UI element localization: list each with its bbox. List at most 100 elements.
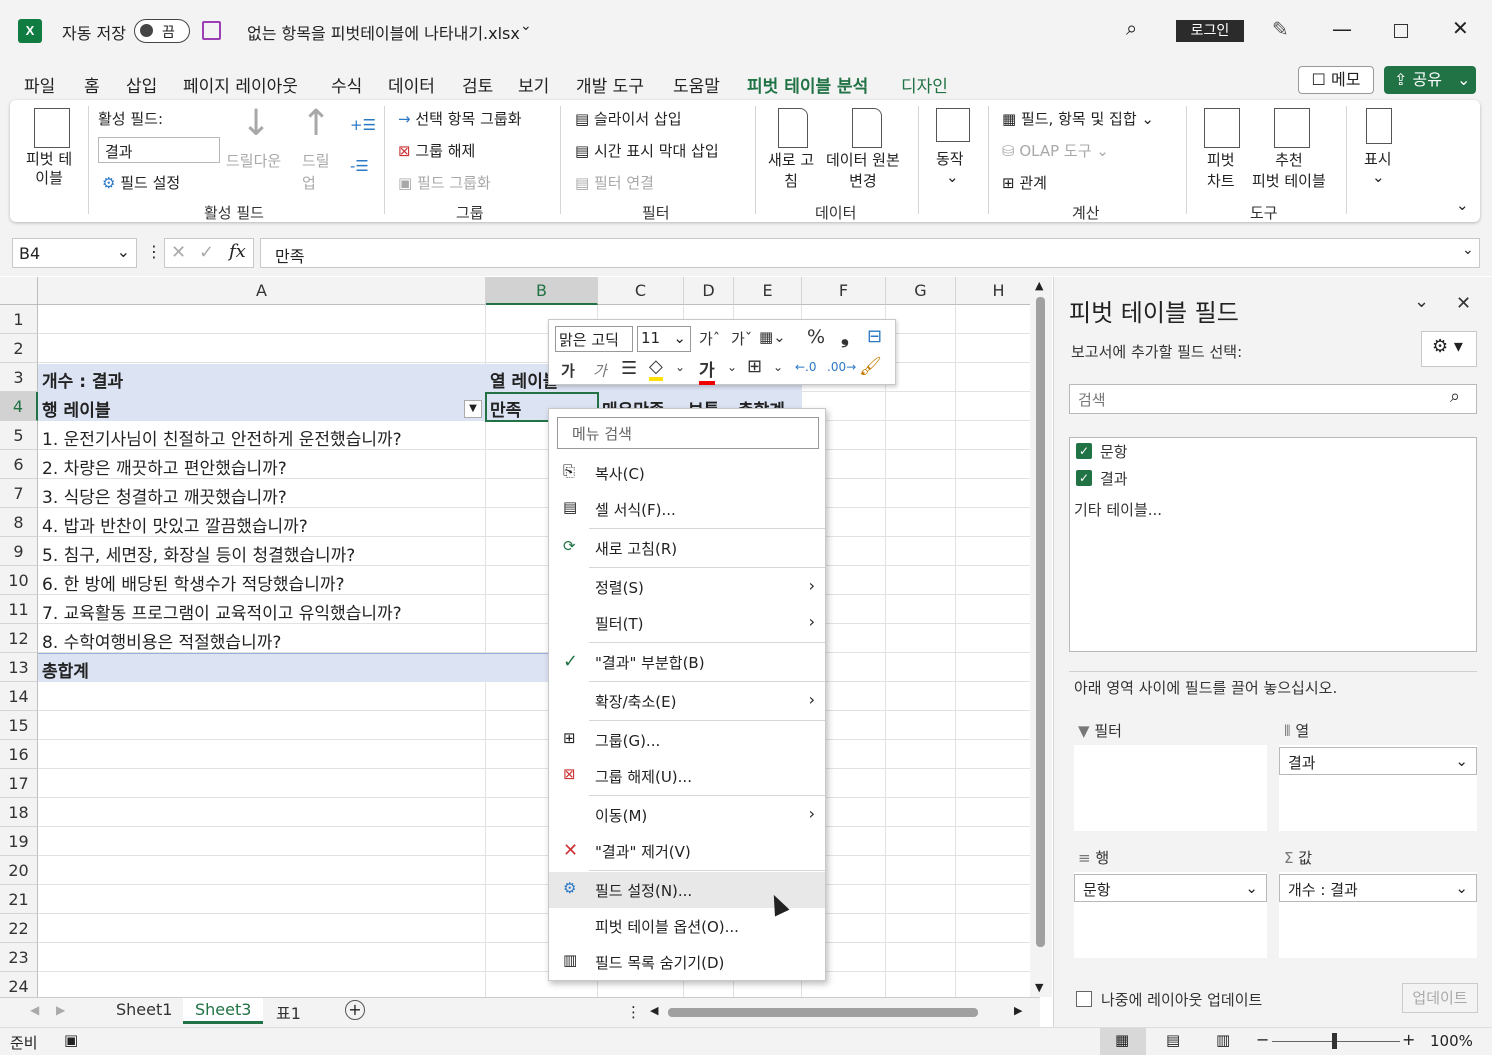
row-header[interactable]: 8 (0, 508, 38, 537)
tab-developer[interactable]: 개발 도구 (576, 72, 644, 97)
horizontal-scroll-thumb[interactable] (668, 1008, 978, 1017)
collapse-ribbon-icon[interactable]: ⌄ (1456, 196, 1469, 214)
vertical-scrollbar[interactable]: ▲ ▼ (1030, 277, 1052, 997)
format-painter-icon[interactable]: 🖌 (859, 356, 882, 377)
ungroup-button[interactable]: ⊠ 그룹 해제 (398, 140, 475, 161)
next-sheet-icon[interactable]: ▶ (56, 1003, 65, 1017)
drill-up-button[interactable]: 드릴 업 (302, 150, 330, 194)
bold-icon[interactable]: 가 (561, 360, 575, 381)
autosave-toggle[interactable]: 끔 (134, 19, 190, 43)
change-source-button[interactable]: 데이터 원본 변경 (826, 150, 900, 192)
row-header[interactable]: 18 (0, 798, 38, 827)
row-header[interactable]: 1 (0, 305, 38, 334)
tab-file[interactable]: 파일 (24, 72, 55, 97)
zoom-in-icon[interactable]: + (1402, 1030, 1415, 1049)
search-icon[interactable]: ⌕ (1450, 386, 1460, 407)
grow-font-icon[interactable]: 가ˆ (699, 328, 720, 349)
menu-filter[interactable]: 필터(T) › (549, 605, 825, 641)
checkbox-checked-icon[interactable]: ✓ (1076, 470, 1092, 486)
function-icon[interactable]: fx (229, 241, 246, 262)
font-name-box[interactable]: 맑은 고딕 (555, 326, 633, 352)
row-header[interactable]: 15 (0, 711, 38, 740)
col-header-h[interactable]: H (956, 277, 1030, 305)
scroll-down-icon[interactable]: ▼ (1035, 981, 1043, 994)
filter-connections-button[interactable]: ▤ 필터 연결 (575, 172, 654, 193)
update-button[interactable]: 업데이트 (1402, 983, 1478, 1013)
col-header-f[interactable]: F (802, 277, 886, 305)
refresh-button[interactable]: 새로 고 침 (768, 150, 814, 192)
search-icon[interactable]: ⌕ (1126, 16, 1137, 40)
group-selection-button[interactable]: → 선택 항목 그룹화 (398, 108, 522, 129)
col-header-e[interactable]: E (734, 277, 802, 305)
group-field-button[interactable]: ▣ 필드 그룹화 (398, 172, 491, 193)
scroll-left-icon[interactable]: ◀ (650, 1004, 658, 1017)
row-header[interactable]: 12 (0, 624, 38, 653)
menu-copy[interactable]: ⎘ 복사(C) (549, 455, 825, 491)
row-header[interactable]: 3 (0, 363, 38, 392)
chevron-down-icon[interactable]: ⌄ (675, 360, 685, 374)
show-button[interactable]: 표시 (1364, 148, 1392, 169)
menu-refresh[interactable]: ⟳ 새로 고침(R) (549, 530, 825, 566)
row-header[interactable]: 16 (0, 740, 38, 769)
menu-ungroup[interactable]: ⊠ 그룹 해제(U)... (549, 758, 825, 794)
save-icon[interactable] (202, 21, 221, 40)
page-break-view-icon[interactable]: ▥ (1216, 1031, 1230, 1049)
row-header[interactable]: 4 (0, 392, 38, 421)
cell-a3[interactable]: 개수 : 결과 (38, 367, 123, 392)
tab-view[interactable]: 보기 (518, 72, 549, 97)
olap-tools-button[interactable]: ⛁ OLAP 도구 ⌄ (1002, 140, 1109, 161)
menu-pivot-options[interactable]: 피벗 테이블 옵션(O)... (549, 908, 825, 944)
close-icon[interactable]: ✕ (1452, 16, 1469, 40)
prev-sheet-icon[interactable]: ◀ (30, 1003, 39, 1017)
tab-data[interactable]: 데이터 (388, 72, 435, 97)
row-header[interactable]: 7 (0, 479, 38, 508)
row-header[interactable]: 17 (0, 769, 38, 798)
fill-color-icon[interactable]: ◇ (649, 356, 663, 381)
recommended-pivot-button[interactable]: 추천 피벗 테이블 (1252, 150, 1326, 192)
menu-move[interactable]: 이동(M) › (549, 797, 825, 833)
row-header[interactable]: 14 (0, 682, 38, 711)
memo-button[interactable]: ☐ 메모 (1298, 66, 1374, 94)
zoom-out-icon[interactable]: − (1256, 1030, 1269, 1049)
row-header[interactable]: 20 (0, 856, 38, 885)
pane-options-icon[interactable]: ⌄ (1414, 291, 1429, 312)
expand-formula-icon[interactable]: ⌄ (1462, 242, 1474, 258)
tab-formulas[interactable]: 수식 (331, 72, 362, 97)
menu-remove-field[interactable]: ✕ "결과" 제거(V) (549, 833, 825, 869)
page-layout-view-icon[interactable]: ▤ (1166, 1031, 1180, 1049)
cell-a12[interactable]: 8. 수학여행비용은 적절했습니까? (38, 628, 281, 653)
expand-field-icon[interactable]: +☰ (350, 116, 376, 134)
menu-sort[interactable]: 정렬(S) › (549, 569, 825, 605)
borders-icon[interactable]: ⊞ (747, 356, 762, 377)
row-label-filter-button[interactable]: ▼ (464, 400, 482, 418)
row-header[interactable]: 2 (0, 334, 38, 363)
menu-subtotal[interactable]: ✓ "결과" 부분합(B) (549, 644, 825, 680)
pivot-chart-button[interactable]: 피벗 차트 (1207, 150, 1235, 192)
decrease-decimal-icon[interactable]: .00→ (827, 360, 856, 374)
cell-a13[interactable]: 총합계 (38, 657, 89, 682)
row-header[interactable]: 19 (0, 827, 38, 856)
minimize-icon[interactable]: — (1332, 17, 1352, 41)
menu-search-input[interactable]: 메뉴 검색 (557, 417, 819, 449)
chevron-down-icon[interactable]: ⌄ (520, 18, 532, 34)
italic-icon[interactable]: 가 (593, 360, 607, 381)
col-header-c[interactable]: C (598, 277, 684, 305)
row-header[interactable]: 24 (0, 972, 38, 997)
share-button[interactable]: ⇪ 공유 ⌄ (1384, 66, 1476, 94)
rows-field-dropdown[interactable]: 문항 ⌄ (1074, 874, 1267, 902)
row-header[interactable]: 21 (0, 885, 38, 914)
add-sheet-icon[interactable]: + (345, 1000, 365, 1020)
cell-a5[interactable]: 1. 운전기사님이 친절하고 안전하게 운전했습니까? (38, 425, 402, 450)
tab-review[interactable]: 검토 (462, 72, 493, 97)
values-field-dropdown[interactable]: 개수 : 결과 ⌄ (1279, 874, 1477, 902)
chevron-down-icon[interactable]: ⌄ (773, 360, 783, 374)
field-item-question[interactable]: 문항 (1100, 441, 1128, 462)
relationships-button[interactable]: ⊞ 관계 (1002, 172, 1047, 193)
field-settings-button[interactable]: ⚙ 필드 설정 (102, 172, 180, 193)
row-header[interactable]: 13 (0, 653, 38, 682)
tab-insert[interactable]: 삽입 (126, 72, 157, 97)
cell-a6[interactable]: 2. 차량은 깨끗하고 편안했습니까? (38, 454, 287, 479)
tab-pivot-analyze[interactable]: 피벗 테이블 분석 (747, 72, 869, 103)
more-icon[interactable]: ⋮ (146, 242, 162, 261)
cell-a11[interactable]: 7. 교육활동 프로그램이 교육적이고 유익했습니까? (38, 599, 402, 624)
